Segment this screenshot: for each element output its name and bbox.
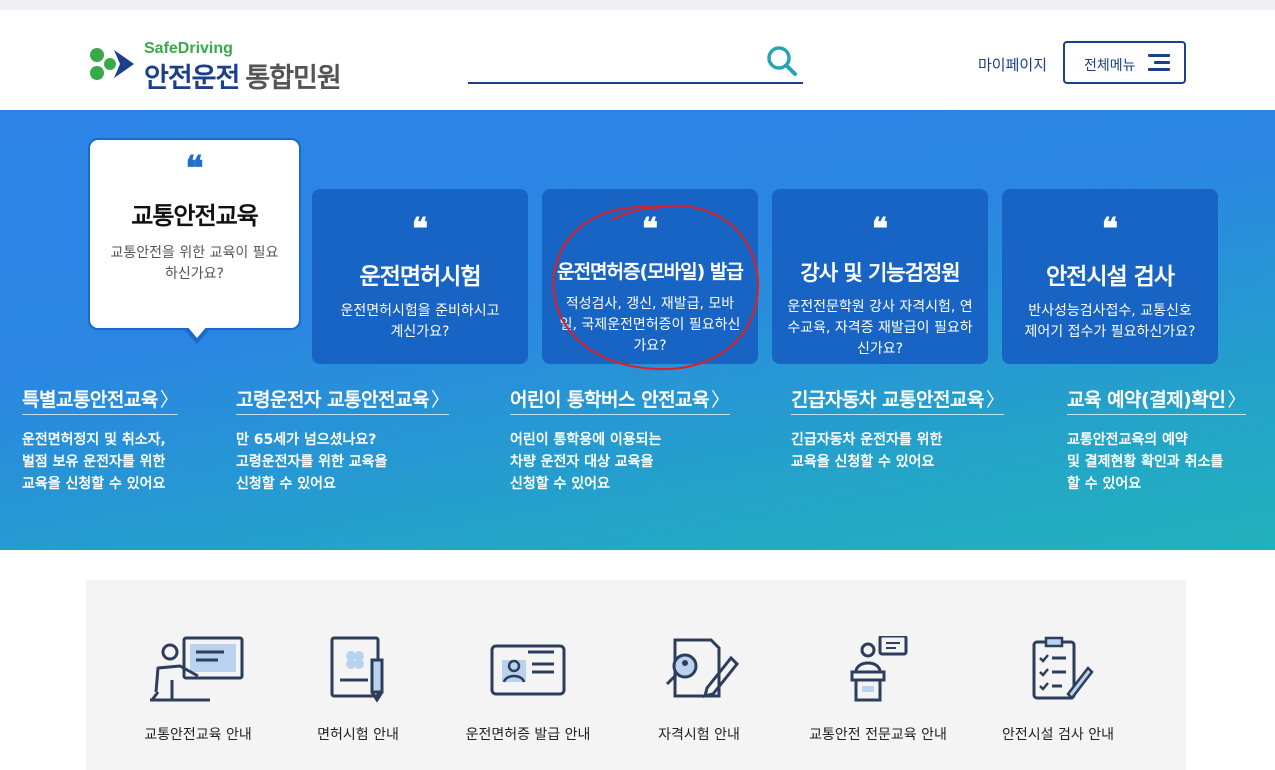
- link-desc: 운전면허정지 및 취소자, 벌점 보유 운전자를 위한 교육을 신청할 수 있어…: [22, 429, 178, 495]
- card-title: 운전면허증(모바일) 발급: [557, 261, 744, 283]
- service-safety-facility-guide[interactable]: 안전시설 검사 안내: [978, 636, 1138, 744]
- service-traffic-education-guide[interactable]: 교통안전교육 안내: [118, 636, 278, 744]
- quote-icon: ❝: [1101, 212, 1119, 247]
- podium-icon: [850, 636, 908, 702]
- chevron-right-icon: 〉: [159, 389, 179, 411]
- service-qualification-test-guide[interactable]: 자격시험 안내: [619, 636, 779, 744]
- link-title: 긴급자동차 교통안전교육: [791, 389, 984, 411]
- link-desc-line: 차량 운전자 대상 교육을: [510, 454, 654, 470]
- link-desc-line: 신청할 수 있어요: [510, 476, 610, 492]
- link-special-education[interactable]: 특별교통안전교육 〉 운전면허정지 및 취소자, 벌점 보유 운전자를 위한 교육…: [22, 385, 179, 495]
- link-desc-line: 신청할 수 있어요: [236, 476, 336, 492]
- logo-korean: 안전운전 통합민원: [144, 56, 342, 95]
- checklist-icon: [1032, 636, 1094, 700]
- link-desc: 어린이 통학용에 이용되는 차량 운전자 대상 교육을 신청할 수 있어요: [510, 429, 730, 495]
- lecture-icon: [150, 636, 244, 702]
- quote-icon: ❝: [871, 212, 889, 247]
- card-desc: 운전전문학원 강사 자격시험, 연수교육, 자격증 재발급이 필요하신가요?: [787, 299, 973, 357]
- top-strip: [0, 0, 1275, 10]
- card-instructor[interactable]: ❝ 강사 및 기능검정원 운전전문학원 강사 자격시험, 연수교육, 자격증 재…: [772, 189, 988, 364]
- link-desc-line: 긴급자동차 운전자를 위한: [791, 432, 943, 448]
- link-desc: 만 65세가 넘으셨나요? 고령운전자를 위한 교육을 신청할 수 있어요: [236, 429, 449, 495]
- service-license-issue-guide[interactable]: 운전면허증 발급 안내: [448, 636, 608, 744]
- card-license-issue[interactable]: ❝ 운전면허증(모바일) 발급 적성검사, 갱신, 재발급, 모바일, 국제운전…: [542, 189, 758, 364]
- service-label: 교통안전교육 안내: [144, 727, 252, 743]
- exam-icon: [665, 638, 739, 699]
- callout-title: 교통안전교육: [131, 202, 258, 230]
- document-pen-icon: [330, 636, 384, 702]
- id-card-icon: [490, 644, 566, 696]
- callout-desc: 교통안전을 위한 교육이 필요하신가요?: [110, 245, 279, 282]
- site-logo[interactable]: SafeDriving 안전운전 통합민원: [88, 40, 368, 94]
- mypage-link[interactable]: 마이페이지: [978, 54, 1047, 75]
- card-safety-facility[interactable]: ❝ 안전시설 검사 반사성능검사접수, 교통신호제어기 접수가 필요하신가요?: [1002, 189, 1218, 364]
- card-license-test[interactable]: ❝ 운전면허시험 운전면허시험을 준비하시고 계신가요?: [312, 189, 528, 364]
- card-desc: 운전면허시험을 준비하시고 계신가요?: [340, 303, 500, 340]
- all-menu-label: 전체메뉴: [1084, 58, 1136, 74]
- service-label: 면허시험 안내: [317, 727, 399, 743]
- link-desc-line: 고령운전자를 위한 교육을: [236, 454, 388, 470]
- all-menu-button[interactable]: 전체메뉴: [1063, 41, 1186, 84]
- service-label: 자격시험 안내: [658, 727, 740, 743]
- search-input[interactable]: [468, 44, 803, 84]
- service-label: 교통안전 전문교육 안내: [809, 727, 947, 743]
- callout-tail: [183, 325, 211, 344]
- logo-mark-icon: [90, 48, 134, 80]
- link-desc-line: 교육을 신청할 수 있어요: [791, 454, 935, 470]
- quote-icon: ❝: [185, 149, 204, 189]
- service-guide-panel: 교통안전교육 안내 면허시험 안내 운전면허증 발급 안내 자격시험 안내 교통…: [86, 580, 1186, 770]
- search-icon[interactable]: [765, 44, 799, 78]
- traffic-safety-education-callout[interactable]: ❝ 교통안전교육 교통안전을 위한 교육이 필요하신가요?: [88, 138, 301, 344]
- chevron-right-icon: 〉: [1227, 389, 1246, 411]
- service-label: 운전면허증 발급 안내: [465, 727, 591, 743]
- link-desc-line: 및 결제현황 확인과 취소를: [1067, 454, 1224, 470]
- link-title: 교육 예약(결제)확인: [1067, 389, 1226, 411]
- chevron-right-icon: 〉: [985, 389, 1005, 411]
- link-title: 어린이 통학버스 안전교육: [510, 389, 710, 411]
- service-professional-education-guide[interactable]: 교통안전 전문교육 안내: [798, 636, 958, 744]
- link-desc: 긴급자동차 운전자를 위한 교육을 신청할 수 있어요: [791, 429, 1004, 473]
- logo-main-text: 안전운전: [144, 63, 240, 94]
- link-desc-line: 벌점 보유 운전자를 위한: [22, 454, 166, 470]
- hero-section: ❝ 교통안전교육 교통안전을 위한 교육이 필요하신가요? ❝ 운전면허시험 운…: [0, 110, 1275, 550]
- link-desc-line: 할 수 있어요: [1067, 476, 1142, 492]
- site-header: SafeDriving 안전운전 통합민원 마이페이지 전체메뉴: [0, 10, 1275, 110]
- link-desc-line: 만 65세가 넘으셨나요?: [236, 432, 377, 448]
- link-elderly-education[interactable]: 고령운전자 교통안전교육 〉 만 65세가 넘으셨나요? 고령운전자를 위한 교육…: [236, 385, 450, 495]
- card-title: 운전면허시험: [359, 264, 482, 290]
- card-desc: 적성검사, 갱신, 재발급, 모바일, 국제운전면허증이 필요하신가요?: [559, 296, 741, 354]
- card-title: 강사 및 기능검정원: [800, 261, 960, 285]
- link-desc-line: 교육을 신청할 수 있어요: [22, 476, 166, 492]
- chevron-right-icon: 〉: [711, 389, 730, 411]
- service-license-test-guide[interactable]: 면허시험 안내: [278, 636, 438, 744]
- link-desc: 교통안전교육의 예약 및 결제현황 확인과 취소를 할 수 있어요: [1067, 429, 1246, 495]
- card-desc: 반사성능검사접수, 교통신호제어기 접수가 필요하신가요?: [1024, 303, 1196, 340]
- link-school-bus-education[interactable]: 어린이 통학버스 안전교육 〉 어린이 통학용에 이용되는 차량 운전자 대상 교…: [510, 385, 730, 495]
- link-emergency-vehicle-education[interactable]: 긴급자동차 교통안전교육 〉 긴급자동차 운전자를 위한 교육을 신청할 수 있어…: [791, 385, 1005, 473]
- quote-icon: ❝: [641, 212, 659, 247]
- service-label: 안전시설 검사 안내: [1002, 727, 1114, 743]
- card-title: 안전시설 검사: [1046, 264, 1175, 290]
- link-desc-line: 교통안전교육의 예약: [1067, 432, 1188, 448]
- logo-sub-text: 통합민원: [245, 63, 341, 94]
- link-reservation-check[interactable]: 교육 예약(결제)확인 〉 교통안전교육의 예약 및 결제현황 확인과 취소를 할…: [1067, 385, 1246, 495]
- quote-icon: ❝: [411, 212, 429, 247]
- link-desc-line: 어린이 통학용에 이용되는: [510, 432, 662, 448]
- hamburger-icon: [1148, 54, 1170, 72]
- chevron-right-icon: 〉: [430, 389, 450, 411]
- link-desc-line: 운전면허정지 및 취소자,: [22, 432, 166, 448]
- link-title: 고령운전자 교통안전교육: [236, 389, 429, 411]
- link-title: 특별교통안전교육: [22, 389, 158, 411]
